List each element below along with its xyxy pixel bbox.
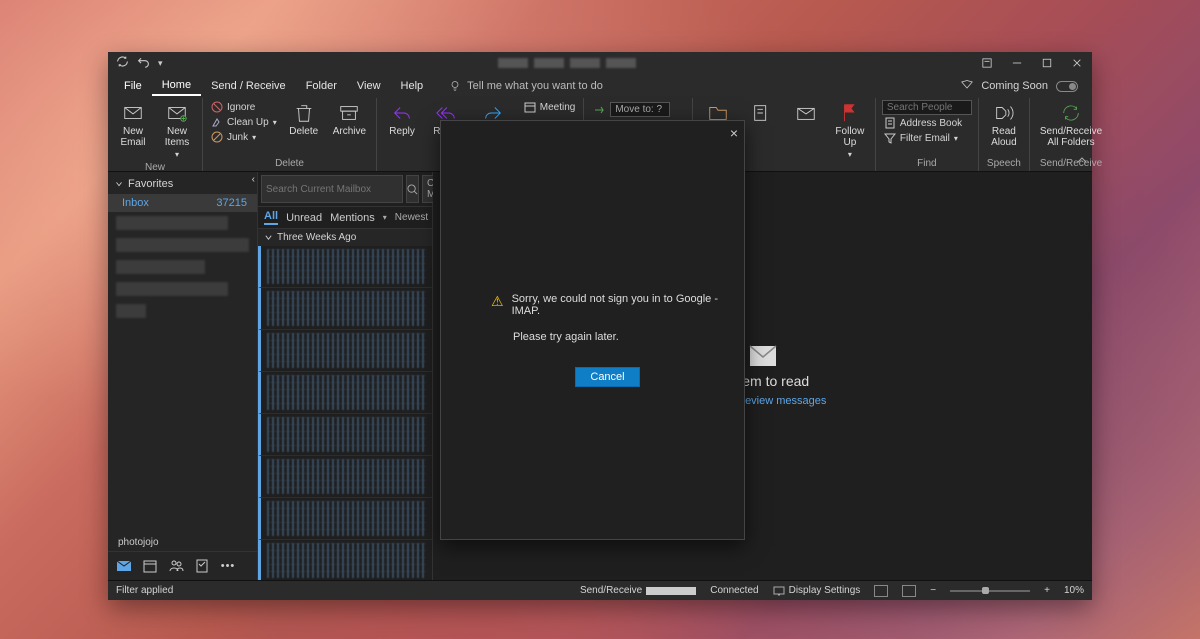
bulb-icon <box>449 80 461 92</box>
tell-me-label: Tell me what you want to do <box>467 80 603 92</box>
quick-step-move-to[interactable]: Move to: ? <box>590 102 674 117</box>
coming-soon-toggle[interactable] <box>1056 81 1078 92</box>
meeting-button[interactable]: Meeting <box>522 100 578 114</box>
tell-me-search[interactable]: Tell me what you want to do <box>449 80 603 92</box>
message-list-pane: Current Mail All Unread Mentions ▾ Newes… <box>258 172 433 580</box>
nav-more-icon[interactable]: ••• <box>220 558 236 574</box>
zoom-level: 10% <box>1064 585 1084 596</box>
envelope-icon <box>749 345 777 367</box>
message-row[interactable] <box>258 246 432 288</box>
new-email-button[interactable]: NewEmail <box>114 100 152 150</box>
account-redacted[interactable] <box>116 304 146 318</box>
status-send-receive: Send/Receive <box>580 585 696 596</box>
minimize-button[interactable] <box>1002 52 1032 74</box>
group-find-label: Find <box>882 157 972 171</box>
search-icon[interactable] <box>406 175 419 203</box>
address-book-button[interactable]: Address Book <box>882 116 972 130</box>
menu-send-receive[interactable]: Send / Receive <box>201 77 296 95</box>
maximize-button[interactable] <box>1032 52 1062 74</box>
titlebar: ▾ <box>108 52 1092 74</box>
status-filter: Filter applied <box>116 585 173 596</box>
message-row[interactable] <box>258 288 432 330</box>
delete-button[interactable]: Delete <box>285 100 323 139</box>
signin-error-dialog: × ⚠ Sorry, we could not sign you in to G… <box>440 120 745 540</box>
coming-soon-label: Coming Soon <box>981 80 1048 92</box>
new-items-button[interactable]: NewItems <box>158 100 196 161</box>
inbox-count: 37215 <box>216 197 247 209</box>
message-row[interactable] <box>258 456 432 498</box>
rules-button[interactable] <box>743 100 781 139</box>
menu-home[interactable]: Home <box>152 76 201 96</box>
message-row[interactable] <box>258 414 432 456</box>
coming-soon-icon <box>961 79 973 94</box>
view-normal-icon[interactable] <box>874 585 888 597</box>
nav-switcher: ••• <box>108 551 257 580</box>
message-row[interactable] <box>258 498 432 540</box>
reply-button[interactable]: Reply <box>383 100 421 139</box>
search-mailbox-input[interactable] <box>261 175 403 203</box>
archive-button[interactable]: Archive <box>329 100 370 139</box>
filter-email-button[interactable]: Filter Email <box>882 131 972 145</box>
status-connected: Connected <box>710 585 758 596</box>
filter-mentions[interactable]: Mentions <box>330 212 375 224</box>
view-reading-icon[interactable] <box>902 585 916 597</box>
message-row[interactable] <box>258 540 432 580</box>
ribbon-collapse-icon[interactable] <box>1076 154 1088 169</box>
dialog-message-1: Sorry, we could not sign you in to Googl… <box>512 293 724 317</box>
tags-unread-button[interactable] <box>787 100 825 139</box>
zoom-in-icon[interactable]: + <box>1044 585 1050 596</box>
save-icon[interactable] <box>116 55 129 71</box>
qat-dropdown-icon[interactable]: ▾ <box>158 58 163 69</box>
clean-up-button[interactable]: Clean Up <box>209 115 279 129</box>
menu-help[interactable]: Help <box>391 77 434 95</box>
cancel-button[interactable]: Cancel <box>575 367 639 387</box>
tasks-icon[interactable] <box>194 558 210 574</box>
menu-folder[interactable]: Folder <box>296 77 347 95</box>
message-list <box>258 246 432 580</box>
warning-icon: ⚠ <box>491 293 504 310</box>
progress-bar <box>646 587 696 595</box>
nav-pane: ‹ Favorites Inbox37215 photojojo ••• <box>108 172 258 580</box>
zoom-slider[interactable] <box>950 590 1030 592</box>
search-people-input[interactable] <box>882 100 972 115</box>
account-redacted[interactable] <box>116 238 249 252</box>
filter-more-icon[interactable]: ▾ <box>383 213 387 222</box>
sort-by-dropdown[interactable]: Newest <box>395 212 428 223</box>
account-redacted[interactable] <box>116 260 205 274</box>
junk-button[interactable]: Junk <box>209 130 279 144</box>
titlebar-title-redacted <box>498 58 636 68</box>
read-aloud-button[interactable]: ReadAloud <box>985 100 1023 150</box>
filter-unread[interactable]: Unread <box>286 212 322 224</box>
status-bar: Filter applied Send/Receive Connected Di… <box>108 580 1092 600</box>
ignore-button[interactable]: Ignore <box>209 100 279 114</box>
nav-bottom-folder[interactable]: photojojo <box>108 534 257 551</box>
group-sendrec-label: Send/Receive <box>1036 157 1106 171</box>
people-icon[interactable] <box>168 558 184 574</box>
close-button[interactable] <box>1062 52 1092 74</box>
filter-all[interactable]: All <box>264 210 278 225</box>
menu-file[interactable]: File <box>114 77 152 95</box>
folder-inbox[interactable]: Inbox37215 <box>108 194 257 212</box>
dialog-message-2: Please try again later. <box>513 331 724 343</box>
favorites-header[interactable]: Favorites <box>108 172 257 194</box>
follow-up-button[interactable]: FollowUp <box>831 100 869 161</box>
dialog-close-button[interactable]: × <box>730 125 738 141</box>
send-receive-all-button[interactable]: Send/ReceiveAll Folders <box>1036 100 1106 150</box>
account-redacted[interactable] <box>116 216 228 230</box>
message-row[interactable] <box>258 330 432 372</box>
account-redacted[interactable] <box>116 282 228 296</box>
undo-icon[interactable] <box>137 55 150 71</box>
ribbon-options-icon[interactable] <box>972 52 1002 74</box>
display-settings-button[interactable]: Display Settings <box>773 585 861 596</box>
mail-icon[interactable] <box>116 558 132 574</box>
menubar: File Home Send / Receive Folder View Hel… <box>108 74 1092 98</box>
menu-view[interactable]: View <box>347 77 391 95</box>
nav-collapse-icon[interactable]: ‹ <box>252 174 255 185</box>
group-speech-label: Speech <box>985 157 1023 171</box>
group-delete-label: Delete <box>209 157 370 171</box>
message-row[interactable] <box>258 372 432 414</box>
group-header[interactable]: Three Weeks Ago <box>258 229 432 246</box>
calendar-icon[interactable] <box>142 558 158 574</box>
zoom-out-icon[interactable]: − <box>930 585 936 596</box>
